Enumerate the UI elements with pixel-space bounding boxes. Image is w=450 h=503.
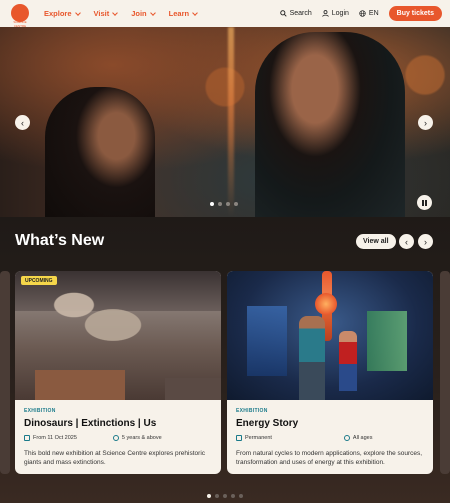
card-age-text: 5 years & above — [121, 435, 162, 441]
card-image-dinosaurs: UPCOMING — [15, 271, 221, 400]
view-all-button[interactable]: View all — [356, 234, 396, 249]
image-energy-orb — [315, 293, 337, 315]
card-date: From 11 Oct 2025 — [24, 435, 77, 441]
calendar-icon — [236, 435, 242, 441]
whats-new-section: What’s New View all ‹ › UPCOMING EXHIBIT… — [0, 217, 450, 503]
language-label: EN — [368, 10, 379, 17]
card-title[interactable]: Energy Story — [236, 418, 424, 429]
hero-pagination — [210, 202, 238, 206]
arrow-left-icon: ‹ — [405, 236, 408, 247]
section-dot[interactable] — [223, 494, 227, 498]
main-nav: Explore Visit Join Learn — [44, 9, 198, 18]
card-date-text: Permanent — [245, 435, 272, 441]
card-meta: Permanent All ages — [236, 435, 424, 441]
header-actions: Search Login EN Buy tickets — [279, 6, 442, 21]
card-description: From natural cycles to modern applicatio… — [236, 450, 423, 467]
nav-join[interactable]: Join — [131, 9, 156, 18]
hero-light-streak — [228, 27, 234, 217]
search-label: Search — [289, 10, 312, 17]
section-next-button[interactable]: › — [418, 234, 433, 249]
section-pagination — [207, 494, 243, 498]
image-adult-visitor — [299, 316, 325, 400]
buy-tickets-button[interactable]: Buy tickets — [388, 6, 442, 21]
image-green-glow — [367, 311, 407, 371]
nav-visit[interactable]: Visit — [93, 9, 119, 18]
nav-join-label: Join — [131, 9, 147, 18]
site-header: SCIENCE CENTRE Explore Visit Join Learn … — [0, 0, 450, 28]
upcoming-badge: UPCOMING — [21, 276, 57, 285]
card-body: EXHIBITION Dinosaurs | Extinctions | Us … — [15, 400, 221, 474]
dinosaur-skeleton-image — [35, 281, 165, 361]
image-display-case — [35, 370, 125, 400]
arrow-right-icon: › — [424, 236, 427, 247]
card-image-energy-story — [227, 271, 433, 400]
chevron-down-icon — [192, 9, 198, 16]
card-age: 5 years & above — [112, 435, 162, 441]
chevron-down-icon — [112, 9, 119, 16]
partial-card-left[interactable] — [0, 271, 10, 474]
image-blue-panel — [247, 306, 287, 376]
image-child-visitor — [339, 331, 357, 391]
nav-explore-label: Explore — [44, 9, 72, 18]
login-button[interactable]: Login — [322, 10, 349, 17]
science-centre-logo[interactable]: SCIENCE CENTRE — [8, 3, 32, 28]
chevron-down-icon — [149, 9, 156, 16]
card-tag: EXHIBITION — [24, 408, 56, 414]
hero-dot[interactable] — [218, 202, 222, 206]
section-title: What’s New — [15, 232, 105, 249]
card-date-text: From 11 Oct 2025 — [33, 435, 77, 441]
globe-icon — [359, 10, 366, 17]
chevron-down-icon — [74, 9, 81, 16]
nav-explore[interactable]: Explore — [44, 9, 81, 18]
hero-dot[interactable] — [226, 202, 230, 206]
nav-visit-label: Visit — [93, 9, 110, 18]
hero-carousel: ‹ › — [0, 27, 450, 217]
hero-person-right — [255, 32, 405, 217]
section-dot[interactable] — [207, 494, 211, 498]
arrow-right-icon: › — [424, 117, 427, 128]
card-date: Permanent — [236, 435, 272, 441]
arrow-left-icon: ‹ — [21, 117, 24, 128]
section-prev-button[interactable]: ‹ — [399, 234, 414, 249]
hero-person-left — [45, 87, 155, 217]
user-icon — [322, 10, 329, 17]
login-label: Login — [331, 10, 349, 17]
card-age-text: All ages — [352, 435, 373, 441]
partial-card-right[interactable] — [440, 271, 450, 474]
hero-prev-button[interactable]: ‹ — [15, 115, 30, 130]
hero-dot[interactable] — [210, 202, 214, 206]
search-icon — [279, 10, 287, 17]
language-selector[interactable]: EN — [359, 10, 379, 17]
people-icon — [343, 435, 350, 441]
nav-learn[interactable]: Learn — [168, 9, 198, 18]
pause-icon — [425, 199, 428, 206]
search-button[interactable]: Search — [279, 10, 312, 17]
card-tag: EXHIBITION — [236, 408, 268, 414]
card-body: EXHIBITION Energy Story Permanent All ag… — [227, 400, 433, 474]
hero-next-button[interactable]: › — [418, 115, 433, 130]
card-title[interactable]: Dinosaurs | Extinctions | Us — [24, 418, 212, 429]
exhibition-card[interactable]: UPCOMING EXHIBITION Dinosaurs | Extincti… — [15, 271, 221, 474]
hero-dot[interactable] — [234, 202, 238, 206]
calendar-icon — [24, 435, 30, 441]
nav-learn-label: Learn — [168, 9, 190, 18]
section-dot[interactable] — [231, 494, 235, 498]
image-display-case — [165, 378, 221, 400]
card-description: This bold new exhibition at Science Cent… — [24, 450, 206, 467]
section-dot[interactable] — [239, 494, 243, 498]
card-meta: From 11 Oct 2025 5 years & above — [24, 435, 212, 441]
hero-pause-button[interactable] — [417, 195, 432, 210]
card-age: All ages — [343, 435, 373, 441]
pause-icon — [421, 199, 424, 206]
people-icon — [112, 435, 119, 441]
section-dot[interactable] — [215, 494, 219, 498]
exhibition-card[interactable]: EXHIBITION Energy Story Permanent All ag… — [227, 271, 433, 474]
